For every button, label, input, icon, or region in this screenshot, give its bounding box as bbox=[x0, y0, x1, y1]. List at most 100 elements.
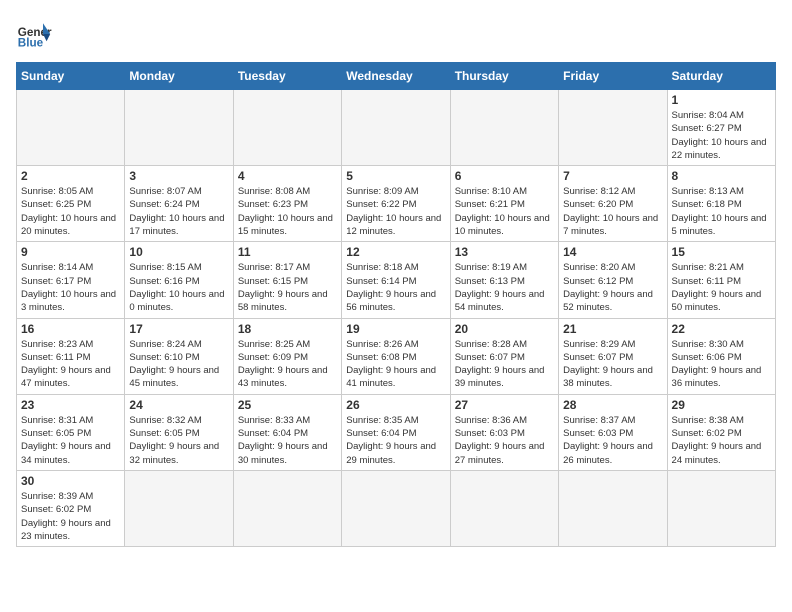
day-number: 22 bbox=[672, 322, 771, 336]
calendar-cell: 19 Sunrise: 8:26 AM Sunset: 6:08 PM Dayli… bbox=[342, 318, 450, 394]
logo-icon: General Blue bbox=[16, 16, 52, 52]
calendar-cell bbox=[450, 470, 558, 546]
calendar-cell: 1Sunrise: 8:04 AM Sunset: 6:27 PM Daylig… bbox=[667, 90, 775, 166]
day-number: 10 bbox=[129, 245, 228, 259]
week-row-4: 16 Sunrise: 8:23 AM Sunset: 6:11 PM Dayli… bbox=[17, 318, 776, 394]
calendar-cell: 6Sunrise: 8:10 AM Sunset: 6:21 PM Daylig… bbox=[450, 166, 558, 242]
day-number: 24 bbox=[129, 398, 228, 412]
day-info: Sunrise: 8:26 AM Sunset: 6:08 PM Dayligh… bbox=[346, 338, 445, 391]
week-row-2: 2Sunrise: 8:05 AM Sunset: 6:25 PM Daylig… bbox=[17, 166, 776, 242]
calendar-cell: 21Sunrise: 8:29 AM Sunset: 6:07 PM Dayli… bbox=[559, 318, 667, 394]
svg-text:Blue: Blue bbox=[18, 37, 44, 50]
day-number: 19 bbox=[346, 322, 445, 336]
day-number: 11 bbox=[238, 245, 337, 259]
day-info: Sunrise: 8:30 AM Sunset: 6:06 PM Dayligh… bbox=[672, 338, 771, 391]
calendar-cell: 28Sunrise: 8:37 AM Sunset: 6:03 PM Dayli… bbox=[559, 394, 667, 470]
day-info: Sunrise: 8:31 AM Sunset: 6:05 PM Dayligh… bbox=[21, 414, 120, 467]
calendar-cell: 13 Sunrise: 8:19 AM Sunset: 6:13 PM Dayli… bbox=[450, 242, 558, 318]
day-number: 12 bbox=[346, 245, 445, 259]
calendar-cell: 17 Sunrise: 8:24 AM Sunset: 6:10 PM Dayli… bbox=[125, 318, 233, 394]
day-info: Sunrise: 8:07 AM Sunset: 6:24 PM Dayligh… bbox=[129, 185, 228, 238]
day-number: 7 bbox=[563, 169, 662, 183]
calendar-cell: 12 Sunrise: 8:18 AM Sunset: 6:14 PM Dayli… bbox=[342, 242, 450, 318]
day-number: 3 bbox=[129, 169, 228, 183]
day-info: Sunrise: 8:32 AM Sunset: 6:05 PM Dayligh… bbox=[129, 414, 228, 467]
calendar-cell bbox=[17, 90, 125, 166]
day-info: Sunrise: 8:33 AM Sunset: 6:04 PM Dayligh… bbox=[238, 414, 337, 467]
day-number: 17 bbox=[129, 322, 228, 336]
day-header-monday: Monday bbox=[125, 63, 233, 90]
day-number: 23 bbox=[21, 398, 120, 412]
day-number: 5 bbox=[346, 169, 445, 183]
calendar-cell: 18Sunrise: 8:25 AM Sunset: 6:09 PM Dayli… bbox=[233, 318, 341, 394]
day-info: Sunrise: 8:19 AM Sunset: 6:13 PM Dayligh… bbox=[455, 261, 554, 314]
day-info: Sunrise: 8:17 AM Sunset: 6:15 PM Dayligh… bbox=[238, 261, 337, 314]
day-number: 13 bbox=[455, 245, 554, 259]
calendar-cell: 4 Sunrise: 8:08 AM Sunset: 6:23 PM Daylig… bbox=[233, 166, 341, 242]
calendar-cell: 29 Sunrise: 8:38 AM Sunset: 6:02 PM Dayli… bbox=[667, 394, 775, 470]
calendar-cell: 25 Sunrise: 8:33 AM Sunset: 6:04 PM Dayli… bbox=[233, 394, 341, 470]
day-info: Sunrise: 8:14 AM Sunset: 6:17 PM Dayligh… bbox=[21, 261, 120, 314]
week-row-5: 23 Sunrise: 8:31 AM Sunset: 6:05 PM Dayli… bbox=[17, 394, 776, 470]
day-header-saturday: Saturday bbox=[667, 63, 775, 90]
day-number: 25 bbox=[238, 398, 337, 412]
calendar-cell bbox=[342, 90, 450, 166]
calendar-cell bbox=[233, 90, 341, 166]
day-number: 16 bbox=[21, 322, 120, 336]
day-info: Sunrise: 8:23 AM Sunset: 6:11 PM Dayligh… bbox=[21, 338, 120, 391]
calendar-cell: 5 Sunrise: 8:09 AM Sunset: 6:22 PM Daylig… bbox=[342, 166, 450, 242]
day-info: Sunrise: 8:39 AM Sunset: 6:02 PM Dayligh… bbox=[21, 490, 120, 543]
day-info: Sunrise: 8:08 AM Sunset: 6:23 PM Dayligh… bbox=[238, 185, 337, 238]
day-number: 20 bbox=[455, 322, 554, 336]
calendar-cell: 10Sunrise: 8:15 AM Sunset: 6:16 PM Dayli… bbox=[125, 242, 233, 318]
day-info: Sunrise: 8:18 AM Sunset: 6:14 PM Dayligh… bbox=[346, 261, 445, 314]
calendar-cell bbox=[559, 90, 667, 166]
calendar-cell: 15 Sunrise: 8:21 AM Sunset: 6:11 PM Dayli… bbox=[667, 242, 775, 318]
day-info: Sunrise: 8:36 AM Sunset: 6:03 PM Dayligh… bbox=[455, 414, 554, 467]
day-number: 6 bbox=[455, 169, 554, 183]
day-header-thursday: Thursday bbox=[450, 63, 558, 90]
calendar-cell: 3 Sunrise: 8:07 AM Sunset: 6:24 PM Daylig… bbox=[125, 166, 233, 242]
calendar-table: SundayMondayTuesdayWednesdayThursdayFrid… bbox=[16, 62, 776, 547]
day-number: 2 bbox=[21, 169, 120, 183]
calendar-cell: 7 Sunrise: 8:12 AM Sunset: 6:20 PM Daylig… bbox=[559, 166, 667, 242]
week-row-3: 9 Sunrise: 8:14 AM Sunset: 6:17 PM Daylig… bbox=[17, 242, 776, 318]
day-number: 8 bbox=[672, 169, 771, 183]
calendar-cell: 24 Sunrise: 8:32 AM Sunset: 6:05 PM Dayli… bbox=[125, 394, 233, 470]
day-header-tuesday: Tuesday bbox=[233, 63, 341, 90]
day-info: Sunrise: 8:20 AM Sunset: 6:12 PM Dayligh… bbox=[563, 261, 662, 314]
day-info: Sunrise: 8:21 AM Sunset: 6:11 PM Dayligh… bbox=[672, 261, 771, 314]
day-info: Sunrise: 8:09 AM Sunset: 6:22 PM Dayligh… bbox=[346, 185, 445, 238]
calendar-cell: 26Sunrise: 8:35 AM Sunset: 6:04 PM Dayli… bbox=[342, 394, 450, 470]
day-number: 9 bbox=[21, 245, 120, 259]
day-number: 1 bbox=[672, 93, 771, 107]
day-info: Sunrise: 8:24 AM Sunset: 6:10 PM Dayligh… bbox=[129, 338, 228, 391]
day-number: 15 bbox=[672, 245, 771, 259]
calendar-cell: 8Sunrise: 8:13 AM Sunset: 6:18 PM Daylig… bbox=[667, 166, 775, 242]
calendar-header-row: SundayMondayTuesdayWednesdayThursdayFrid… bbox=[17, 63, 776, 90]
day-number: 30 bbox=[21, 474, 120, 488]
calendar-cell: 16 Sunrise: 8:23 AM Sunset: 6:11 PM Dayli… bbox=[17, 318, 125, 394]
calendar-cell bbox=[667, 470, 775, 546]
calendar-cell: 30 Sunrise: 8:39 AM Sunset: 6:02 PM Dayli… bbox=[17, 470, 125, 546]
day-info: Sunrise: 8:29 AM Sunset: 6:07 PM Dayligh… bbox=[563, 338, 662, 391]
day-info: Sunrise: 8:12 AM Sunset: 6:20 PM Dayligh… bbox=[563, 185, 662, 238]
calendar-cell: 23 Sunrise: 8:31 AM Sunset: 6:05 PM Dayli… bbox=[17, 394, 125, 470]
day-number: 4 bbox=[238, 169, 337, 183]
day-info: Sunrise: 8:38 AM Sunset: 6:02 PM Dayligh… bbox=[672, 414, 771, 467]
calendar-cell: 20Sunrise: 8:28 AM Sunset: 6:07 PM Dayli… bbox=[450, 318, 558, 394]
calendar-cell: 9 Sunrise: 8:14 AM Sunset: 6:17 PM Daylig… bbox=[17, 242, 125, 318]
day-number: 26 bbox=[346, 398, 445, 412]
day-number: 29 bbox=[672, 398, 771, 412]
day-number: 14 bbox=[563, 245, 662, 259]
day-header-wednesday: Wednesday bbox=[342, 63, 450, 90]
calendar-cell: 14 Sunrise: 8:20 AM Sunset: 6:12 PM Dayli… bbox=[559, 242, 667, 318]
calendar-cell: 27Sunrise: 8:36 AM Sunset: 6:03 PM Dayli… bbox=[450, 394, 558, 470]
week-row-1: 1Sunrise: 8:04 AM Sunset: 6:27 PM Daylig… bbox=[17, 90, 776, 166]
calendar-cell bbox=[125, 90, 233, 166]
day-header-friday: Friday bbox=[559, 63, 667, 90]
calendar-cell bbox=[559, 470, 667, 546]
logo: General Blue bbox=[16, 16, 52, 52]
calendar-cell bbox=[125, 470, 233, 546]
calendar-cell bbox=[233, 470, 341, 546]
